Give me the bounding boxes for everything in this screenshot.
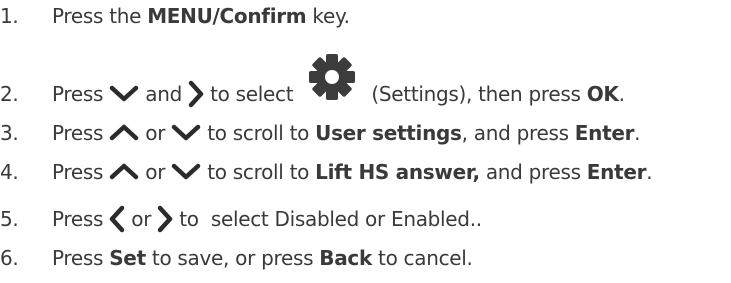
step-5: 5. Press or to select Disabled or Enable… — [0, 205, 482, 233]
step-number: 3. — [0, 121, 19, 145]
step-text: to select — [204, 82, 300, 106]
step-text: . — [618, 82, 625, 106]
step-4: 4. Press or to scroll to Lift HS answer,… — [0, 160, 653, 184]
chevron-down-icon — [171, 162, 201, 182]
step-number: 1. — [0, 4, 19, 28]
gear-icon — [299, 53, 365, 101]
step-number: 5. — [0, 207, 19, 231]
chevron-up-icon — [109, 123, 139, 143]
step-text: (Settings), then press — [365, 82, 587, 106]
key-name: OK — [586, 82, 619, 106]
chevron-up-icon — [109, 162, 139, 182]
key-name: Enter — [586, 160, 647, 184]
step-1: 1. Press the MENU/Confirm key. — [0, 4, 350, 28]
key-name: Enter — [574, 121, 635, 145]
step-text: or — [139, 160, 172, 184]
step-text: to select Disabled or Enabled.. — [173, 207, 482, 231]
step-text: , and press — [461, 121, 575, 145]
chevron-right-icon — [188, 80, 204, 108]
step-2: 2. Press and to select (Settings), then … — [0, 54, 625, 108]
step-6: 6. Press Set to save, or press Back to c… — [0, 246, 473, 270]
step-text: . — [646, 160, 653, 184]
menu-item-name: User settings — [315, 121, 462, 145]
step-text: Press — [52, 160, 110, 184]
key-name: MENU/Confirm — [147, 4, 307, 28]
step-text: Press — [52, 246, 110, 270]
chevron-down-icon — [171, 123, 201, 143]
step-text: Press — [52, 121, 110, 145]
step-text: . — [634, 121, 641, 145]
step-text: to scroll to — [201, 160, 316, 184]
chevron-down-icon — [109, 84, 139, 104]
step-text: key. — [306, 4, 350, 28]
step-number: 4. — [0, 160, 19, 184]
step-text: or — [125, 207, 158, 231]
step-text: Press — [52, 207, 110, 231]
step-number: 6. — [0, 246, 19, 270]
step-text: to cancel. — [371, 246, 473, 270]
step-text: to scroll to — [201, 121, 316, 145]
step-number: 2. — [0, 82, 19, 106]
step-text: to save, or press — [145, 246, 320, 270]
step-text: and — [139, 82, 189, 106]
key-name: Back — [319, 246, 372, 270]
key-name: Set — [109, 246, 146, 270]
step-3: 3. Press or to scroll to User settings, … — [0, 121, 641, 145]
chevron-right-icon — [157, 205, 173, 233]
step-text: and press — [479, 160, 587, 184]
chevron-left-icon — [109, 205, 125, 233]
step-text: or — [139, 121, 172, 145]
menu-item-name: Lift HS answer, — [315, 160, 480, 184]
step-text: Press the — [52, 4, 148, 28]
step-text: Press — [52, 82, 110, 106]
